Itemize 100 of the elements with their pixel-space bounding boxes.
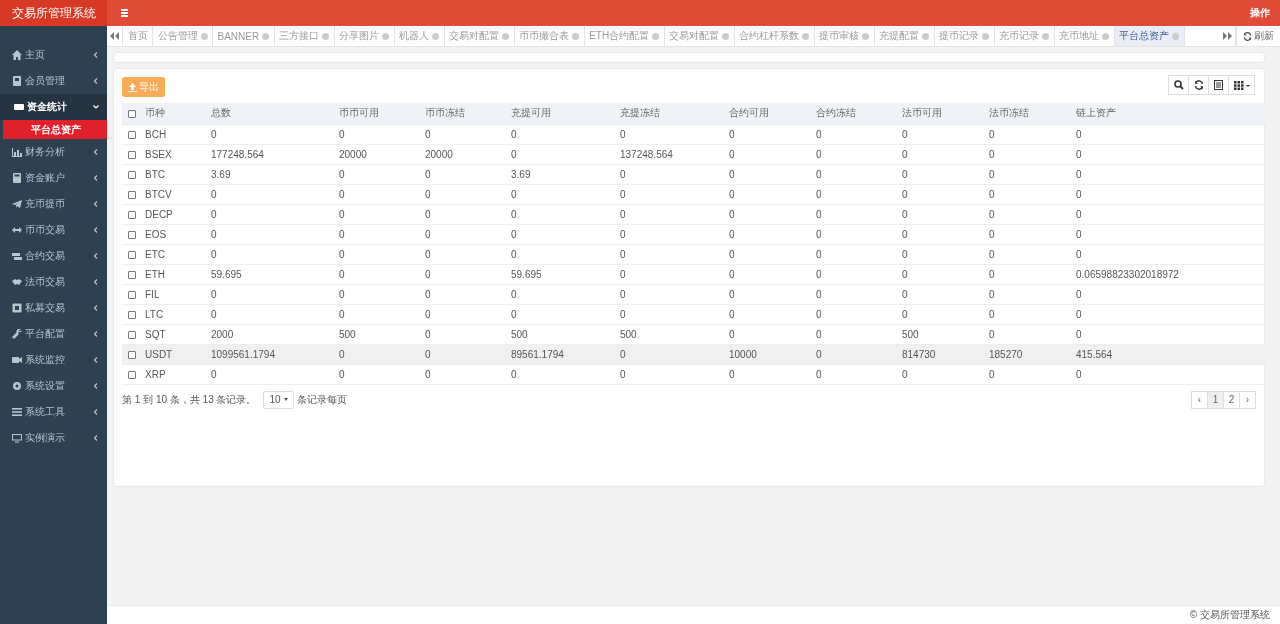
scroll-right-icon[interactable] bbox=[1220, 26, 1236, 46]
table-cell: 0 bbox=[729, 248, 735, 260]
sidebar-item[interactable]: 财务分析 bbox=[0, 139, 107, 165]
row-checkbox[interactable] bbox=[128, 130, 136, 139]
table-cell: 0 bbox=[620, 208, 626, 220]
sidebar-item[interactable]: 会员管理 bbox=[0, 68, 107, 94]
table-cell: 0 bbox=[902, 188, 908, 200]
caret-icon bbox=[93, 52, 99, 58]
sidebar-item[interactable]: 资金账户 bbox=[0, 165, 107, 191]
table-row[interactable]: ETC 0 0 0 0 0 0 0 0 0 0 bbox=[122, 244, 1265, 264]
table-row[interactable]: SQT 2000 500 0 500 500 0 0 500 0 0 bbox=[122, 324, 1265, 344]
table-cell: 500 bbox=[511, 328, 528, 340]
row-checkbox[interactable] bbox=[128, 350, 136, 359]
refresh-button[interactable]: 刷新 bbox=[1236, 26, 1280, 46]
table-cell: 0 bbox=[729, 148, 735, 160]
sidebar-item[interactable]: 系统监控 bbox=[0, 347, 107, 373]
sidebar-item[interactable]: 币币交易 bbox=[0, 217, 107, 243]
column-header: 合约冻结 bbox=[815, 103, 901, 124]
table-row[interactable]: LTC 0 0 0 0 0 0 0 0 0 0 bbox=[122, 304, 1265, 324]
row-checkbox[interactable] bbox=[128, 270, 136, 279]
page-size-dropdown[interactable]: 10 bbox=[263, 390, 294, 409]
table-cell: 0 bbox=[425, 208, 431, 220]
table-row[interactable]: DECP 0 0 0 0 0 0 0 0 0 0 bbox=[122, 204, 1265, 224]
row-checkbox[interactable] bbox=[128, 210, 136, 219]
sidebar-item[interactable]: 私募交易 bbox=[0, 295, 107, 321]
caret-icon bbox=[93, 175, 99, 181]
table-cell: 0 bbox=[989, 128, 995, 140]
table-row[interactable]: BTCV 0 0 0 0 0 0 0 0 0 0 bbox=[122, 184, 1265, 204]
table-row[interactable]: FIL 0 0 0 0 0 0 0 0 0 0 bbox=[122, 284, 1265, 304]
table-row[interactable]: BSEX 177248.564 20000 20000 0 137248.564 0 0 0 0 0 bbox=[122, 144, 1265, 164]
tab[interactable]: 平台总资产 bbox=[1114, 26, 1185, 46]
columns-dropdown[interactable] bbox=[1228, 75, 1255, 95]
table-row[interactable]: USDT 1099561.1794 0 0 89561.1794 0 10000 0 814730 185270 415.564 bbox=[122, 344, 1265, 364]
menu-icon[interactable] bbox=[121, 9, 128, 17]
column-header: 总数 bbox=[210, 103, 338, 124]
table-cell: 3.69 bbox=[511, 168, 531, 180]
sidebar-item[interactable]: 合约交易 bbox=[0, 243, 107, 269]
caret-icon bbox=[93, 104, 99, 110]
camera-icon bbox=[12, 355, 22, 365]
table-cell: 0 bbox=[1076, 128, 1082, 140]
row-checkbox[interactable] bbox=[128, 150, 136, 159]
column-header: 链上资产 bbox=[1075, 103, 1265, 124]
table-cell: 0 bbox=[339, 308, 345, 320]
document-icon[interactable] bbox=[1208, 75, 1229, 95]
table-cell: 0 bbox=[511, 128, 517, 140]
page-button[interactable]: 1 bbox=[1207, 390, 1224, 409]
table-cell: 0 bbox=[902, 268, 908, 280]
header-link[interactable]: 操作 bbox=[1250, 6, 1270, 20]
sidebar-item[interactable]: 法币交易 bbox=[0, 269, 107, 295]
table-cell: 0 bbox=[339, 288, 345, 300]
card-icon bbox=[14, 102, 24, 112]
table-cell: 0 bbox=[816, 168, 822, 180]
table-cell: 0 bbox=[620, 268, 626, 280]
sidebar-subitem[interactable]: 平台总资产 bbox=[3, 120, 107, 139]
sidebar-item[interactable]: 实例演示 bbox=[0, 425, 107, 451]
table-cell: 0 bbox=[1076, 228, 1082, 240]
caret-icon bbox=[93, 253, 99, 259]
table-cell: 20000 bbox=[425, 148, 453, 160]
table-cell: 0 bbox=[511, 188, 517, 200]
table-cell: 185270 bbox=[989, 348, 1023, 360]
app-title: 交易所管理系统 bbox=[0, 0, 107, 26]
table-cell: 0 bbox=[902, 228, 908, 240]
table-cell: 0 bbox=[620, 368, 626, 380]
row-checkbox[interactable] bbox=[128, 330, 136, 339]
table-cell: USDT bbox=[145, 348, 173, 360]
refresh-icon[interactable] bbox=[1188, 75, 1209, 95]
row-checkbox[interactable] bbox=[128, 290, 136, 299]
row-checkbox[interactable] bbox=[128, 310, 136, 319]
table-cell: 2000 bbox=[211, 328, 234, 340]
row-checkbox[interactable] bbox=[128, 370, 136, 379]
table-row[interactable]: BTC 3.69 0 0 3.69 0 0 0 0 0 0 bbox=[122, 164, 1265, 184]
row-checkbox[interactable] bbox=[128, 250, 136, 259]
table-cell: 0 bbox=[1076, 368, 1082, 380]
row-checkbox[interactable] bbox=[128, 230, 136, 239]
table-row[interactable]: ETH 59.695 0 0 59.695 0 0 0 0 0 0.06598823302018972 bbox=[122, 264, 1265, 284]
search-icon[interactable] bbox=[1168, 75, 1189, 95]
row-checkbox[interactable] bbox=[128, 170, 136, 179]
table-cell: 415.564 bbox=[1076, 348, 1113, 360]
sidebar-item[interactable]: 充币提币 bbox=[0, 191, 107, 217]
table-cell: 0 bbox=[339, 228, 345, 240]
table-cell: 0 bbox=[620, 168, 626, 180]
table-cell: 0 bbox=[425, 268, 431, 280]
column-header: 充提冻结 bbox=[619, 103, 728, 124]
sidebar-item[interactable]: 平台配置 bbox=[0, 321, 107, 347]
page-button[interactable]: 2 bbox=[1223, 390, 1240, 409]
table-cell: 0 bbox=[989, 368, 995, 380]
sidebar-item[interactable]: 系统设置 bbox=[0, 373, 107, 399]
sidebar-item[interactable]: 系统工具 bbox=[0, 399, 107, 425]
sidebar-item[interactable]: 资金统计 bbox=[0, 94, 107, 120]
table-cell: 0 bbox=[816, 128, 822, 140]
row-checkbox[interactable] bbox=[128, 190, 136, 199]
table-row[interactable]: BCH 0 0 0 0 0 0 0 0 0 0 bbox=[122, 124, 1265, 144]
next-page-button[interactable]: › bbox=[1239, 390, 1256, 409]
table-cell: 0 bbox=[989, 148, 995, 160]
table-cell: 0 bbox=[729, 328, 735, 340]
sidebar-item[interactable]: 主页 bbox=[0, 42, 107, 68]
column-header: 法币可用 bbox=[901, 103, 988, 124]
select-all-checkbox[interactable] bbox=[128, 110, 136, 119]
table-row[interactable]: XRP 0 0 0 0 0 0 0 0 0 0 bbox=[122, 364, 1265, 384]
table-row[interactable]: EOS 0 0 0 0 0 0 0 0 0 0 bbox=[122, 224, 1265, 244]
